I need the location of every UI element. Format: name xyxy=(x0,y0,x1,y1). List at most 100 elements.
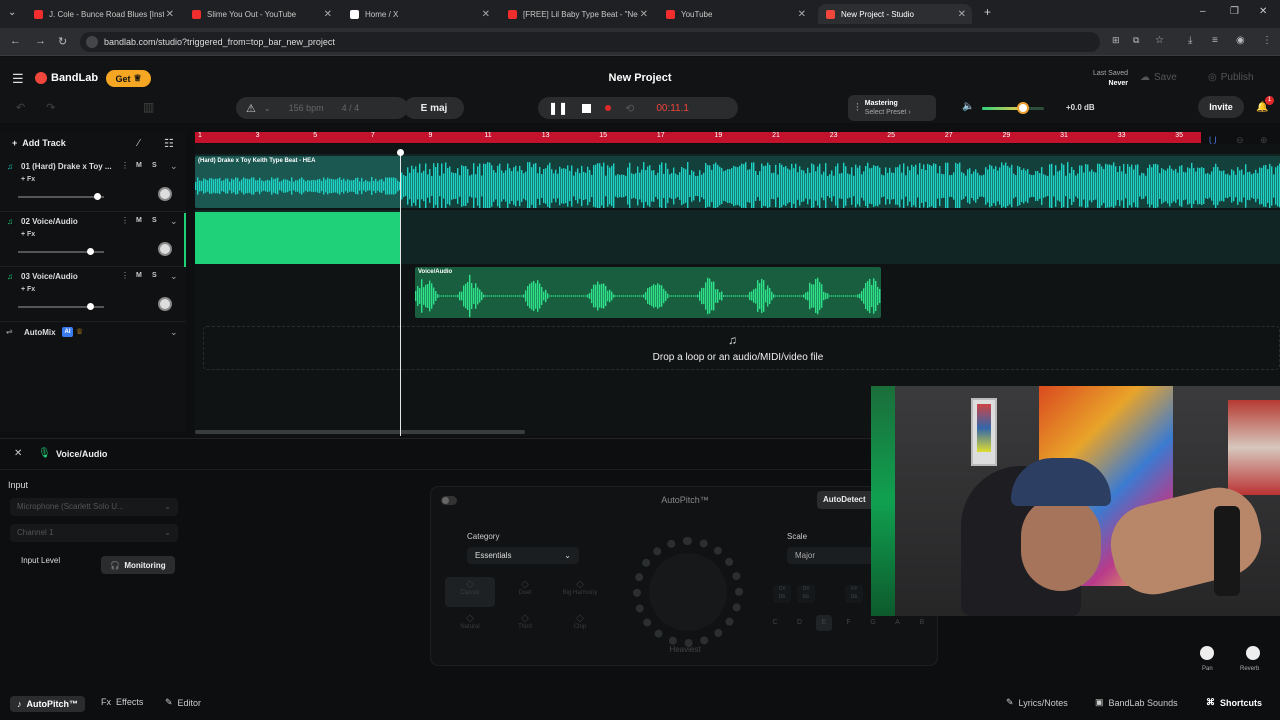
speaker-icon[interactable]: 🔈 xyxy=(962,101,974,112)
pan-knob[interactable] xyxy=(1198,646,1218,660)
autopitch-preset[interactable]: ◇ Natural xyxy=(445,611,495,641)
scale-sharp-button[interactable]: F# Gb xyxy=(845,585,863,603)
redo-icon[interactable]: ↷ xyxy=(46,101,55,114)
track-header[interactable]: ♫ 03 Voice/Audio ⋮ M S ⌄ + Fx xyxy=(0,268,186,322)
download-icon[interactable]: ⤓ xyxy=(1188,35,1192,46)
track-lane-1[interactable]: (Hard) Drake x Toy Keith Type Beat - HEA xyxy=(195,154,1280,208)
volume-knob[interactable] xyxy=(87,303,95,310)
back-icon[interactable]: ← xyxy=(10,35,21,47)
timeline-ruler[interactable]: 1 3 5 7 9 11 13 15 17 19 21 23 25 27 29 31 33 35 xyxy=(195,132,1201,143)
tab-close-icon[interactable]: ✕ xyxy=(798,9,806,20)
heaviness-knob[interactable] xyxy=(633,537,743,647)
close-panel-icon[interactable]: ✕ xyxy=(14,448,22,459)
minimize-icon[interactable]: – xyxy=(1200,6,1206,17)
track-more-icon[interactable]: ⋮ xyxy=(121,161,129,170)
master-volume-knob[interactable] xyxy=(1016,102,1029,114)
autopitch-preset[interactable]: ◇ Classic xyxy=(445,577,495,607)
metronome-icon[interactable]: ⚠ xyxy=(246,102,256,115)
magic-wand-icon[interactable]: ⁄ xyxy=(138,138,140,149)
scale-sharp-button[interactable]: D# Eb xyxy=(797,585,815,603)
effects-tab[interactable]: Fx Effects xyxy=(101,697,143,707)
mute-button[interactable]: M xyxy=(136,272,142,279)
track-lane-2[interactable] xyxy=(195,210,1280,264)
autodetect-button[interactable]: AutoDetect xyxy=(817,491,877,509)
scale-note-button[interactable]: E xyxy=(816,615,832,631)
scale-sharp-button[interactable]: C# Db xyxy=(773,585,791,603)
autopitch-preset[interactable]: ◇ Big Harmony xyxy=(555,577,605,607)
scale-note-button[interactable]: F xyxy=(841,615,857,631)
metronome-dropdown-icon[interactable]: ⌄ xyxy=(264,104,271,113)
undo-icon[interactable]: ↶ xyxy=(16,101,25,114)
playhead[interactable] xyxy=(397,149,404,436)
close-window-icon[interactable]: ✕ xyxy=(1259,6,1267,17)
category-select[interactable]: Essentials ⌄ xyxy=(467,547,579,564)
tab-close-icon[interactable]: ✕ xyxy=(166,9,174,20)
new-tab-icon[interactable]: + xyxy=(984,5,991,19)
horizontal-scrollbar[interactable] xyxy=(195,430,525,434)
audio-clip-beat[interactable]: (Hard) Drake x Toy Keith Type Beat - HEA xyxy=(195,156,1280,208)
site-info-icon[interactable] xyxy=(86,36,98,48)
autopitch-preset[interactable]: ◇ Third xyxy=(500,611,550,641)
browser-tab[interactable]: [FREE] Lil Baby Type Beat - "Ne ✕ xyxy=(500,4,654,24)
browser-tab[interactable]: Home / X ✕ xyxy=(342,4,496,24)
add-fx-button[interactable]: + Fx xyxy=(21,286,35,293)
track-lane-3[interactable]: Voice/Audio xyxy=(195,265,1280,319)
chevron-down-icon[interactable]: ⌄ xyxy=(170,161,178,172)
time-signature[interactable]: 4 / 4 xyxy=(342,103,360,113)
playhead-handle[interactable] xyxy=(397,149,404,156)
bandlab-logo[interactable]: BandLab xyxy=(35,72,98,84)
track-volume-slider[interactable] xyxy=(18,193,104,200)
add-fx-button[interactable]: + Fx xyxy=(21,231,35,238)
url-input[interactable]: bandlab.com/studio?triggered_from=top_ba… xyxy=(80,32,1100,52)
input-device-select[interactable]: Microphone (Scarlett Solo U... ⌄ xyxy=(10,498,178,516)
solo-button[interactable]: S xyxy=(152,272,157,279)
maximize-icon[interactable]: ❐ xyxy=(1230,6,1239,17)
tab-close-icon[interactable]: ✕ xyxy=(324,9,332,20)
channel-select[interactable]: Channel 1 ⌄ xyxy=(10,524,178,542)
audio-clip-voice[interactable]: Voice/Audio xyxy=(415,267,881,318)
tab-search-icon[interactable]: ⌄ xyxy=(8,7,16,18)
shortcuts-button[interactable]: ⌘ Shortcuts xyxy=(1206,697,1262,708)
track-more-icon[interactable]: ⋮ xyxy=(121,216,129,225)
get-membership-button[interactable]: Get ♕ xyxy=(106,70,151,87)
mute-button[interactable]: M xyxy=(136,217,142,224)
invite-button[interactable]: Invite xyxy=(1198,96,1244,118)
tab-close-icon[interactable]: ✕ xyxy=(482,9,490,20)
record-icon[interactable] xyxy=(605,105,612,111)
pause-icon[interactable]: ❚❚ xyxy=(548,101,568,115)
key-selector[interactable]: E maj xyxy=(404,97,464,119)
master-volume-slider[interactable] xyxy=(982,102,1044,114)
bandlab-sounds-button[interactable]: ▣ BandLab Sounds xyxy=(1095,697,1178,708)
automix-row[interactable]: ⇌ AutoMix AI ♕ ⌄ xyxy=(0,327,186,341)
media-icon[interactable]: ≡ xyxy=(1212,35,1218,46)
chevron-down-icon[interactable]: ⌄ xyxy=(170,327,178,338)
browser-menu-icon[interactable]: ⋮ xyxy=(1262,35,1272,46)
track-settings-icon[interactable]: ☷ xyxy=(164,137,174,150)
scale-note-button[interactable]: A xyxy=(890,615,906,631)
browser-tab[interactable]: YouTube ✕ xyxy=(658,4,812,24)
scale-note-button[interactable]: G xyxy=(865,615,881,631)
monitoring-button[interactable]: 🎧 Monitoring xyxy=(101,556,175,574)
volume-knob[interactable] xyxy=(87,248,95,255)
volume-knob[interactable] xyxy=(94,193,102,200)
track-more-icon[interactable]: ⋮ xyxy=(121,271,129,280)
autopitch-preset[interactable]: ◇ Duet xyxy=(500,577,550,607)
stop-icon[interactable] xyxy=(582,103,592,113)
editor-tab[interactable]: ✎ Editor xyxy=(165,697,201,708)
scale-note-button[interactable]: C xyxy=(767,615,783,631)
autopitch-preset[interactable]: ◇ Chip xyxy=(555,611,605,641)
cast-icon[interactable]: ⧉ xyxy=(1133,35,1139,46)
track-pan-knob[interactable] xyxy=(158,242,172,256)
browser-tab[interactable]: New Project - Studio ✕ xyxy=(818,4,972,24)
save-button[interactable]: ☁ Save xyxy=(1140,72,1177,83)
publish-button[interactable]: ◎ Publish xyxy=(1208,72,1254,83)
track-name[interactable]: 02 Voice/Audio xyxy=(21,217,117,226)
autopitch-tab[interactable]: ♪ AutoPitch™ xyxy=(10,696,85,712)
mute-button[interactable]: M xyxy=(136,162,142,169)
tab-close-icon[interactable]: ✕ xyxy=(640,9,648,20)
forward-icon[interactable]: → xyxy=(35,35,46,47)
translate-icon[interactable]: ⊞ xyxy=(1112,35,1120,46)
mastering-button[interactable]: ⫶ Mastering Select Preset › xyxy=(848,95,936,121)
piano-icon[interactable]: ▥ xyxy=(143,100,154,114)
add-fx-button[interactable]: + Fx xyxy=(21,176,35,183)
